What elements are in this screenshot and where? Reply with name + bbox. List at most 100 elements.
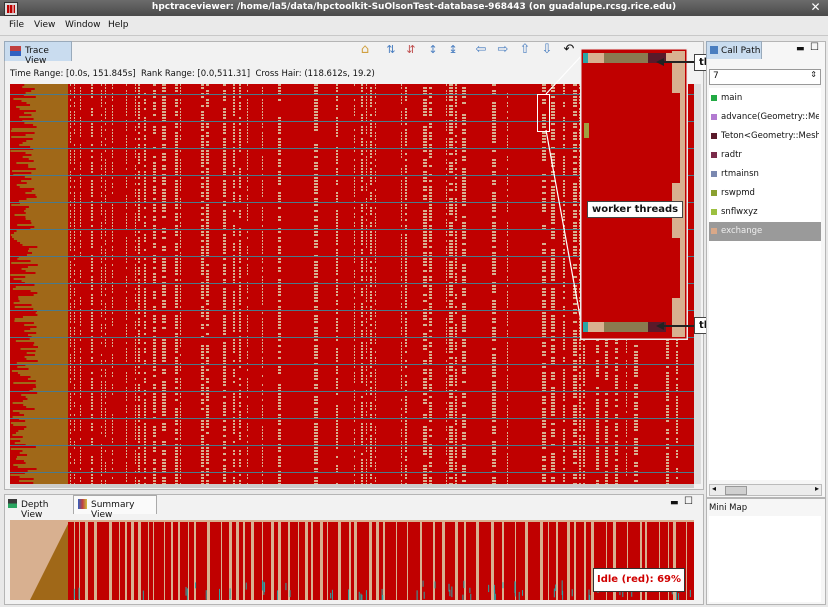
expand-horizontal-icon[interactable]: ↕ (426, 43, 440, 57)
trace-exchange-stripe (233, 102, 235, 104)
tab-trace-view[interactable]: Trace View (4, 41, 72, 66)
close-icon[interactable]: ✕ (809, 1, 822, 14)
trace-exchange-stripe (354, 297, 355, 299)
trace-exchange-stripe (507, 357, 508, 359)
trace-exchange-stripe (446, 168, 447, 170)
trace-exchange-stripe (429, 276, 432, 278)
trace-startup-band (34, 284, 68, 286)
trace-exchange-stripe (405, 303, 407, 305)
trace-exchange-stripe (573, 369, 577, 371)
trace-exchange-stripe (247, 411, 248, 413)
trace-exchange-stripe (80, 348, 81, 350)
trace-exchange-stripe (239, 459, 241, 461)
menu-view[interactable]: View (34, 20, 55, 30)
trace-exchange-stripe (361, 372, 363, 374)
trace-exchange-stripe (112, 270, 113, 272)
trace-exchange-stripe (126, 195, 127, 197)
trace-exchange-stripe (162, 129, 166, 131)
trace-exchange-stripe (201, 207, 204, 209)
trace-exchange-stripe (175, 123, 178, 125)
trace-exchange-stripe (370, 234, 372, 236)
trace-exchange-stripe (314, 396, 318, 398)
trace-exchange-stripe (405, 177, 407, 179)
arrow-right-icon[interactable]: ⇨ (496, 43, 510, 57)
trace-exchange-stripe (112, 285, 113, 287)
trace-exchange-stripe (579, 408, 581, 410)
trace-startup-band (33, 344, 68, 346)
trace-exchange-stripe (247, 150, 248, 152)
trace-exchange-stripe (223, 246, 226, 248)
trace-exchange-stripe (153, 432, 156, 434)
home-icon[interactable]: ⌂ (358, 43, 372, 57)
trace-exchange-stripe (361, 204, 363, 206)
trace-exchange-stripe (361, 408, 363, 410)
trace-exchange-stripe (74, 159, 75, 161)
trace-exchange-stripe (105, 462, 106, 464)
trace-exchange-stripe (74, 384, 75, 386)
trace-startup-band (26, 102, 68, 104)
trace-exchange-stripe (314, 480, 318, 482)
trace-exchange-stripe (492, 306, 496, 308)
trace-exchange-stripe (278, 306, 281, 308)
trace-exchange-stripe (336, 354, 338, 356)
trace-exchange-stripe (175, 321, 178, 323)
trace-exchange-stripe (247, 297, 248, 299)
trace-exchange-stripe (105, 360, 106, 362)
trace-exchange-stripe (162, 183, 166, 185)
menu-file[interactable]: File (9, 20, 24, 30)
trace-exchange-stripe (278, 318, 281, 320)
menu-window[interactable]: Window (65, 20, 101, 30)
trace-exchange-stripe (233, 372, 235, 374)
trace-exchange-stripe (70, 396, 71, 398)
trace-exchange-stripe (112, 432, 113, 434)
trace-exchange-stripe (405, 288, 407, 290)
trace-startup-band (26, 406, 69, 408)
trace-exchange-stripe (162, 459, 166, 461)
menu-help[interactable]: Help (108, 20, 129, 30)
trace-startup-band (25, 462, 68, 464)
trace-exchange-stripe (278, 150, 281, 152)
trace-exchange-stripe (401, 246, 402, 248)
trace-exchange-stripe (449, 141, 453, 143)
trace-exchange-stripe (162, 327, 166, 329)
shrink-vertical-icon[interactable]: ⇵ (404, 43, 418, 57)
trace-exchange-stripe (239, 480, 241, 482)
trace-exchange-stripe (206, 456, 209, 458)
trace-startup-band (28, 334, 68, 336)
trace-exchange-stripe (239, 132, 241, 134)
trace-exchange-stripe (336, 231, 338, 233)
trace-startup-band (34, 354, 68, 356)
trace-exchange-stripe (429, 204, 432, 206)
arrow-left-icon[interactable]: ⇦ (474, 43, 488, 57)
trace-exchange-stripe (91, 210, 93, 212)
trace-exchange-stripe (201, 84, 204, 86)
trace-exchange-stripe (138, 459, 140, 461)
trace-exchange-stripe (112, 234, 113, 236)
trace-exchange-stripe (206, 396, 209, 398)
trace-exchange-stripe (278, 438, 281, 440)
trace-exchange-stripe (262, 138, 263, 140)
arrow-up-icon[interactable]: ⇧ (518, 43, 532, 57)
expand-vertical-icon[interactable]: ⇅ (384, 43, 398, 57)
trace-exchange-stripe (492, 150, 496, 152)
trace-exchange-stripe (233, 132, 235, 134)
trace-startup-band (25, 216, 68, 218)
trace-exchange-stripe (175, 285, 178, 287)
trace-exchange-stripe (507, 246, 508, 248)
trace-exchange-stripe (583, 354, 585, 356)
trace-exchange-stripe (455, 429, 457, 431)
trace-exchange-stripe (492, 273, 496, 275)
trace-exchange-stripe (138, 198, 140, 200)
trace-exchange-stripe (366, 459, 367, 461)
trace-exchange-stripe (247, 267, 248, 269)
trace-exchange-stripe (138, 312, 140, 314)
shrink-horizontal-icon[interactable]: ↨ (446, 43, 460, 57)
trace-exchange-stripe (105, 408, 106, 410)
trace-exchange-stripe (180, 369, 181, 371)
trace-exchange-stripe (206, 168, 209, 170)
trace-exchange-stripe (101, 402, 102, 404)
trace-exchange-stripe (80, 252, 81, 254)
trace-exchange-stripe (223, 123, 226, 125)
trace-exchange-stripe (247, 159, 248, 161)
trace-exchange-stripe (206, 135, 209, 137)
